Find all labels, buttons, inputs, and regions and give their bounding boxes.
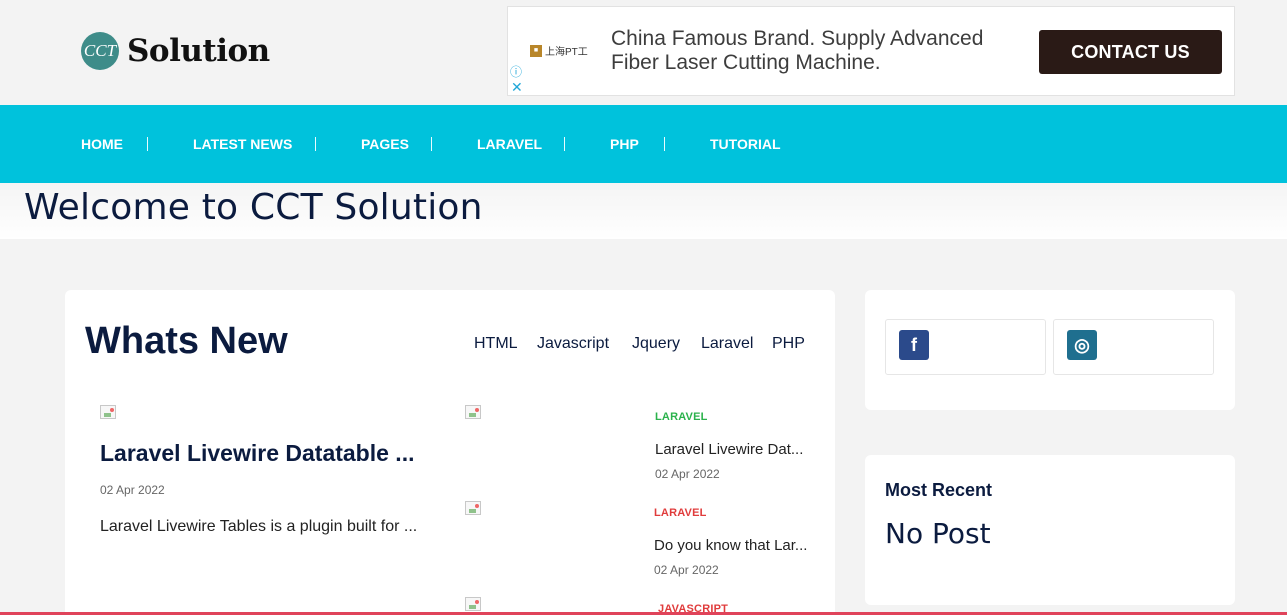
ad-brand-name: 上海PT工: [545, 47, 588, 58]
post-category[interactable]: LARAVEL: [655, 411, 708, 423]
ad-banner[interactable]: ■ 上海PT工 China Famous Brand. Supply Advan…: [507, 6, 1235, 96]
nav-item-pages[interactable]: PAGES: [361, 105, 409, 183]
contact-us-button[interactable]: CONTACT US: [1039, 30, 1222, 74]
featured-post-excerpt: Laravel Livewire Tables is a plugin buil…: [100, 518, 418, 535]
tab-php[interactable]: PHP: [772, 335, 805, 353]
ad-brand-logo: ■ 上海PT工: [530, 43, 588, 58]
nav-separator: [315, 137, 316, 151]
tab-javascript[interactable]: Javascript: [537, 335, 609, 353]
facebook-link[interactable]: f: [885, 319, 1046, 375]
tab-html[interactable]: HTML: [474, 335, 518, 353]
whats-new-heading: Whats New: [85, 320, 288, 362]
nav-item-home[interactable]: HOME: [81, 105, 123, 183]
logo-badge: CCT: [81, 32, 119, 70]
whats-new-card: Whats New HTML Javascript Jquery Laravel…: [65, 290, 835, 615]
social-card: f ◎: [865, 290, 1235, 410]
facebook-icon: f: [899, 330, 929, 360]
nav-separator: [431, 137, 432, 151]
nav-item-php[interactable]: PHP: [610, 105, 639, 183]
post-title[interactable]: Do you know that Lar...: [654, 537, 807, 554]
ad-info-icon[interactable]: ⓘ: [510, 65, 522, 79]
broken-image-icon[interactable]: [465, 597, 481, 611]
site-header: CCT Solution ■ 上海PT工 China Famous Brand.…: [0, 0, 1287, 105]
no-post-text: No Post: [885, 517, 991, 550]
most-recent-heading: Most Recent: [885, 480, 993, 500]
main-nav: HOME LATEST NEWS PAGES LARAVEL PHP TUTOR…: [0, 105, 1287, 183]
nav-item-latest-news[interactable]: LATEST NEWS: [193, 105, 292, 183]
tab-laravel[interactable]: Laravel: [701, 335, 753, 353]
broken-image-icon[interactable]: [465, 405, 481, 419]
featured-post-title[interactable]: Laravel Livewire Datatable ...: [100, 440, 414, 467]
logo-text: Solution: [127, 33, 270, 69]
broken-image-icon[interactable]: [100, 405, 116, 419]
ad-close-icon[interactable]: ✕: [511, 80, 523, 94]
post-date: 02 Apr 2022: [654, 563, 719, 577]
ad-text: China Famous Brand. Supply Advanced Fibe…: [611, 27, 1031, 75]
broken-image-icon[interactable]: [465, 501, 481, 515]
ad-text-line2: Fiber Laser Cutting Machine.: [611, 51, 881, 74]
tab-jquery[interactable]: Jquery: [632, 335, 680, 353]
nav-separator: [147, 137, 148, 151]
post-date: 02 Apr 2022: [655, 467, 720, 481]
featured-post-date: 02 Apr 2022: [100, 483, 165, 497]
most-recent-card: Most Recent No Post: [865, 455, 1235, 605]
site-logo[interactable]: CCT Solution: [81, 32, 270, 70]
nav-item-laravel[interactable]: LARAVEL: [477, 105, 542, 183]
post-title[interactable]: Laravel Livewire Dat...: [655, 441, 803, 458]
instagram-link[interactable]: ◎: [1053, 319, 1214, 375]
page-title: Welcome to CCT Solution: [24, 187, 483, 228]
hero-banner: Welcome to CCT Solution: [0, 183, 1287, 239]
nav-separator: [564, 137, 565, 151]
nav-item-tutorial[interactable]: TUTORIAL: [710, 105, 781, 183]
ad-text-line1: China Famous Brand. Supply Advanced: [611, 27, 984, 50]
instagram-icon: ◎: [1067, 330, 1097, 360]
ad-brand-mark-icon: ■: [530, 44, 542, 57]
nav-separator: [664, 137, 665, 151]
post-category[interactable]: LARAVEL: [654, 507, 707, 519]
